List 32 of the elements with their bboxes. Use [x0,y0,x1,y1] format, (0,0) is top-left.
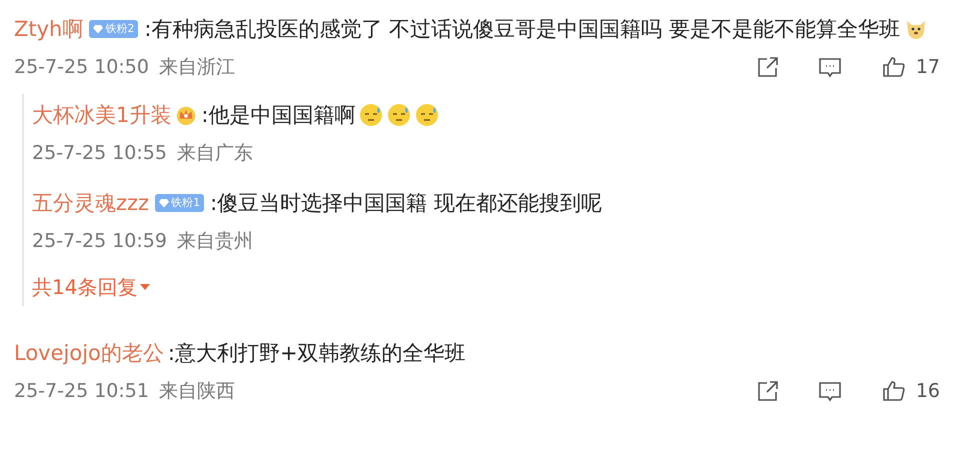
username[interactable]: Lovejojo的老公 [14,334,164,372]
location: 来自浙江 [158,55,235,80]
reply-text: :傻豆当时选择中国国籍 现在都还能搜到呢 [210,190,602,217]
location: 来自广东 [176,141,253,166]
fan-badge: 铁粉1 [155,194,204,212]
like-count: 17 [916,55,940,80]
crown-badge-icon [175,104,198,126]
more-replies-link[interactable]: 共14条回复 [32,272,150,302]
reply-text: :他是中国国籍啊 [201,102,356,129]
caret-icon [140,284,150,290]
sweat-emoji-icon [387,103,412,127]
location: 来自陕西 [158,379,235,404]
comment-text: :意大利打野+双韩教练的全华班 [168,340,466,367]
timestamp: 25-7-25 10:51 [14,379,149,404]
location: 来自贵州 [176,229,253,254]
timestamp: 25-7-25 10:55 [32,141,167,166]
comment-text: :有种病急乱投医的感觉了 不过话说傻豆哥是中国国籍吗 要是不是能不能算全华班 [144,16,900,43]
sweat-emoji-icon [359,103,384,127]
like-count: 16 [916,379,940,404]
timestamp: 25-7-25 10:50 [14,55,149,80]
thumbs-up-icon[interactable] [882,55,906,79]
username[interactable]: 大杯冰美1升装 [32,96,172,134]
thumbs-up-icon[interactable] [882,379,906,403]
share-icon[interactable] [756,379,780,403]
comment-icon[interactable] [818,55,842,79]
username[interactable]: 五分灵魂zzz [32,184,150,222]
timestamp: 25-7-25 10:59 [32,229,167,254]
comment-icon[interactable] [818,379,842,403]
username[interactable]: Ztyh啊 [14,10,84,48]
fan-badge: 铁粉2 [89,20,138,38]
share-icon[interactable] [756,55,780,79]
sweat-emoji-icon [415,103,440,127]
